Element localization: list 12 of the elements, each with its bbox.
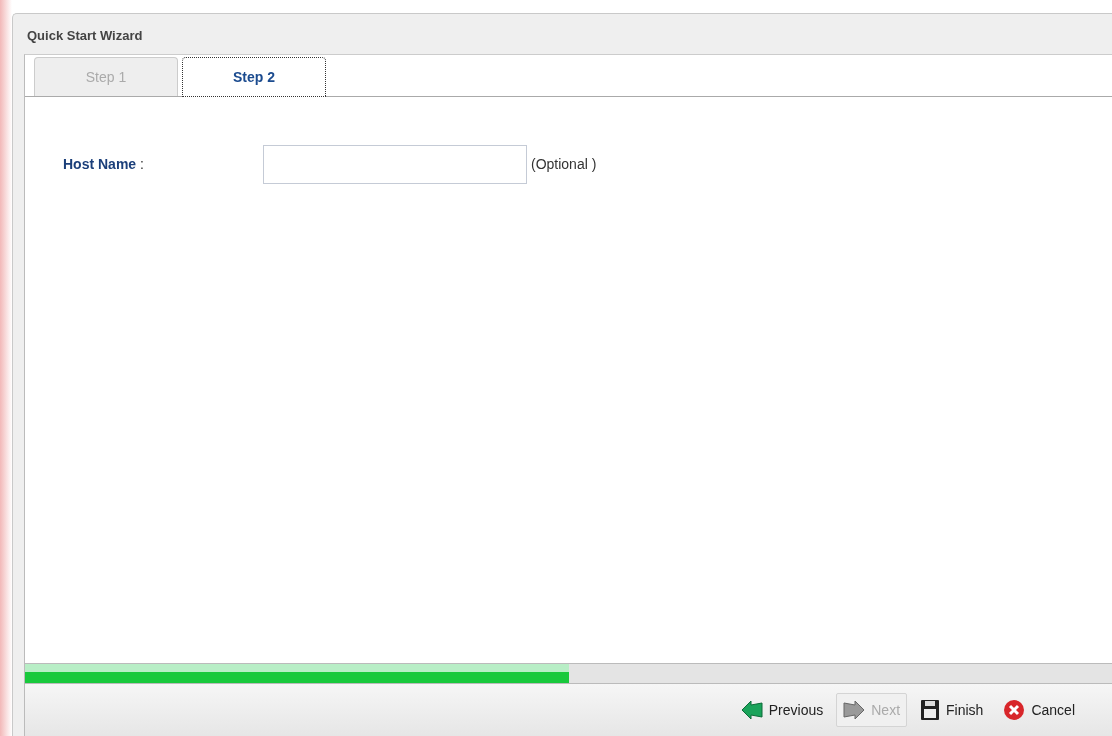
- step-tab[interactable]: Step 2: [182, 57, 326, 97]
- close-icon: [1003, 699, 1026, 721]
- label-colon: :: [140, 156, 144, 172]
- window-title: Quick Start Wizard: [26, 27, 144, 45]
- arrow-right-icon: [843, 700, 866, 720]
- cancel-button[interactable]: Cancel: [996, 693, 1082, 727]
- finish-button[interactable]: Finish: [913, 693, 991, 727]
- arrow-left-icon: [740, 700, 763, 720]
- host-name-field[interactable]: [263, 145, 527, 184]
- optional-hint: (Optional ): [531, 155, 597, 174]
- previous-button[interactable]: Previous: [733, 693, 831, 727]
- field-label: Host Name: [63, 156, 138, 172]
